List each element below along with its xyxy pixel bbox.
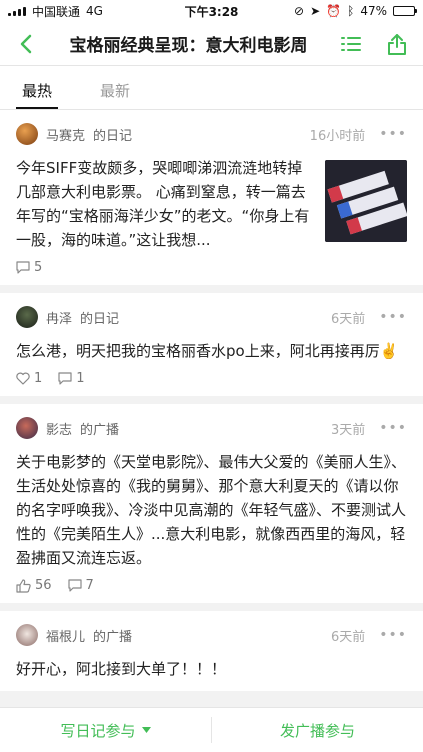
share-icon	[388, 33, 406, 55]
post-text: 今年SIFF变故颇多，哭唧唧涕泗流涟地转掉几部意大利电影票。 心痛到窒息，转一篇…	[16, 159, 310, 249]
like-count-value: 1	[34, 371, 43, 386]
author-name[interactable]: 福根儿	[46, 626, 85, 645]
location-icon: ➤	[310, 4, 321, 18]
bluetooth-icon: ᛒ	[347, 4, 355, 18]
lock-rotation-icon: ⊘	[294, 4, 305, 18]
post-card[interactable]: 影志 的广播 3天前 ••• 关于电影梦的《天堂电影院》、最伟大父爱的《美丽人生…	[0, 404, 423, 603]
comment-count-value: 7	[85, 578, 94, 593]
author-name[interactable]: 冉泽	[46, 308, 72, 327]
post-type: 的日记	[80, 311, 120, 327]
page-title: 宝格丽经典呈现：意大利电影周	[69, 36, 308, 56]
post-text: 怎么港，明天把我的宝格丽香水po上来，阿北再接再厉✌️	[16, 342, 399, 360]
post-type: 的广播	[80, 422, 120, 438]
caret-down-icon	[141, 727, 151, 733]
post-card[interactable]: 马赛克 的日记 16小时前 ••• 今年SIFF变故颇多，哭唧唧涕泗流涟地转掉几…	[0, 110, 423, 285]
heart-icon	[16, 372, 30, 385]
nav-bar: 宝格丽经典呈现：意大利电影周	[0, 22, 423, 66]
comment-icon	[58, 372, 72, 385]
more-icon[interactable]: •••	[379, 309, 407, 325]
carrier-label: 中国联通	[32, 4, 81, 19]
thumbs-up-icon	[16, 578, 31, 593]
comment-icon	[16, 261, 30, 274]
post-broadcast-button[interactable]: 发广播参与	[212, 720, 423, 741]
back-arrow-icon	[20, 34, 32, 53]
alarm-icon: ⏰	[326, 4, 342, 18]
post-text: 好开心，阿北接到大单了！！！	[16, 660, 227, 678]
comment-count-value: 5	[34, 260, 43, 275]
more-icon[interactable]: •••	[379, 126, 407, 142]
post-time: 16小时前	[309, 128, 366, 144]
write-diary-label: 写日记参与	[60, 721, 136, 740]
more-icon[interactable]: •••	[379, 420, 407, 436]
back-button[interactable]	[12, 30, 40, 58]
avatar[interactable]	[16, 417, 38, 439]
comment-count[interactable]: 7	[67, 578, 94, 593]
post-thumbnail[interactable]	[325, 160, 407, 242]
more-icon[interactable]: •••	[379, 627, 407, 643]
tab-latest[interactable]: 最新	[94, 80, 136, 109]
like-count[interactable]: 1	[16, 371, 42, 386]
ticket-photo-icon	[325, 160, 407, 242]
post-broadcast-label: 发广播参与	[279, 721, 355, 740]
like-count[interactable]: 56	[16, 578, 52, 593]
avatar[interactable]	[16, 306, 38, 328]
post-card[interactable]: 冉泽 的日记 6天前 ••• 怎么港，明天把我的宝格丽香水po上来，阿北再接再厉…	[0, 293, 423, 396]
avatar[interactable]	[16, 123, 38, 145]
bottom-action-bar: 写日记参与 发广播参与	[0, 707, 423, 752]
like-count-value: 56	[35, 578, 52, 593]
share-button[interactable]	[383, 30, 411, 58]
tab-bar: 最热 最新	[0, 66, 423, 110]
post-type: 的日记	[93, 128, 133, 144]
post-card[interactable]: 福根儿 的广播 6天前 ••• 好开心，阿北接到大单了！！！	[0, 611, 423, 691]
post-text: 关于电影梦的《天堂电影院》、最伟大父爱的《美丽人生》、生活处处惊喜的《我的舅舅》…	[16, 453, 407, 567]
write-diary-button[interactable]: 写日记参与	[0, 720, 211, 741]
feed-list: 马赛克 的日记 16小时前 ••• 今年SIFF变故颇多，哭唧唧涕泗流涟地转掉几…	[0, 110, 423, 691]
author-name[interactable]: 马赛克	[46, 125, 85, 144]
signal-icon	[8, 6, 26, 16]
author-name[interactable]: 影志	[46, 419, 72, 438]
battery-percent: 47%	[360, 4, 387, 18]
status-bar: 中国联通 4G 下午3:28 ⊘ ➤ ⏰ ᛒ 47%	[0, 0, 423, 22]
tab-hottest[interactable]: 最热	[16, 80, 59, 109]
post-time: 3天前	[330, 422, 366, 438]
post-time: 6天前	[330, 629, 366, 645]
battery-icon	[393, 6, 417, 16]
comment-count[interactable]: 5	[16, 260, 42, 275]
comment-icon	[67, 579, 82, 592]
network-label: 4G	[86, 4, 103, 18]
post-time: 6天前	[330, 311, 366, 327]
comment-count-value: 1	[76, 371, 85, 386]
list-button[interactable]	[337, 30, 365, 58]
comment-count[interactable]: 1	[58, 371, 85, 386]
post-type: 的广播	[93, 629, 133, 645]
list-icon	[341, 36, 361, 51]
avatar[interactable]	[16, 624, 38, 646]
